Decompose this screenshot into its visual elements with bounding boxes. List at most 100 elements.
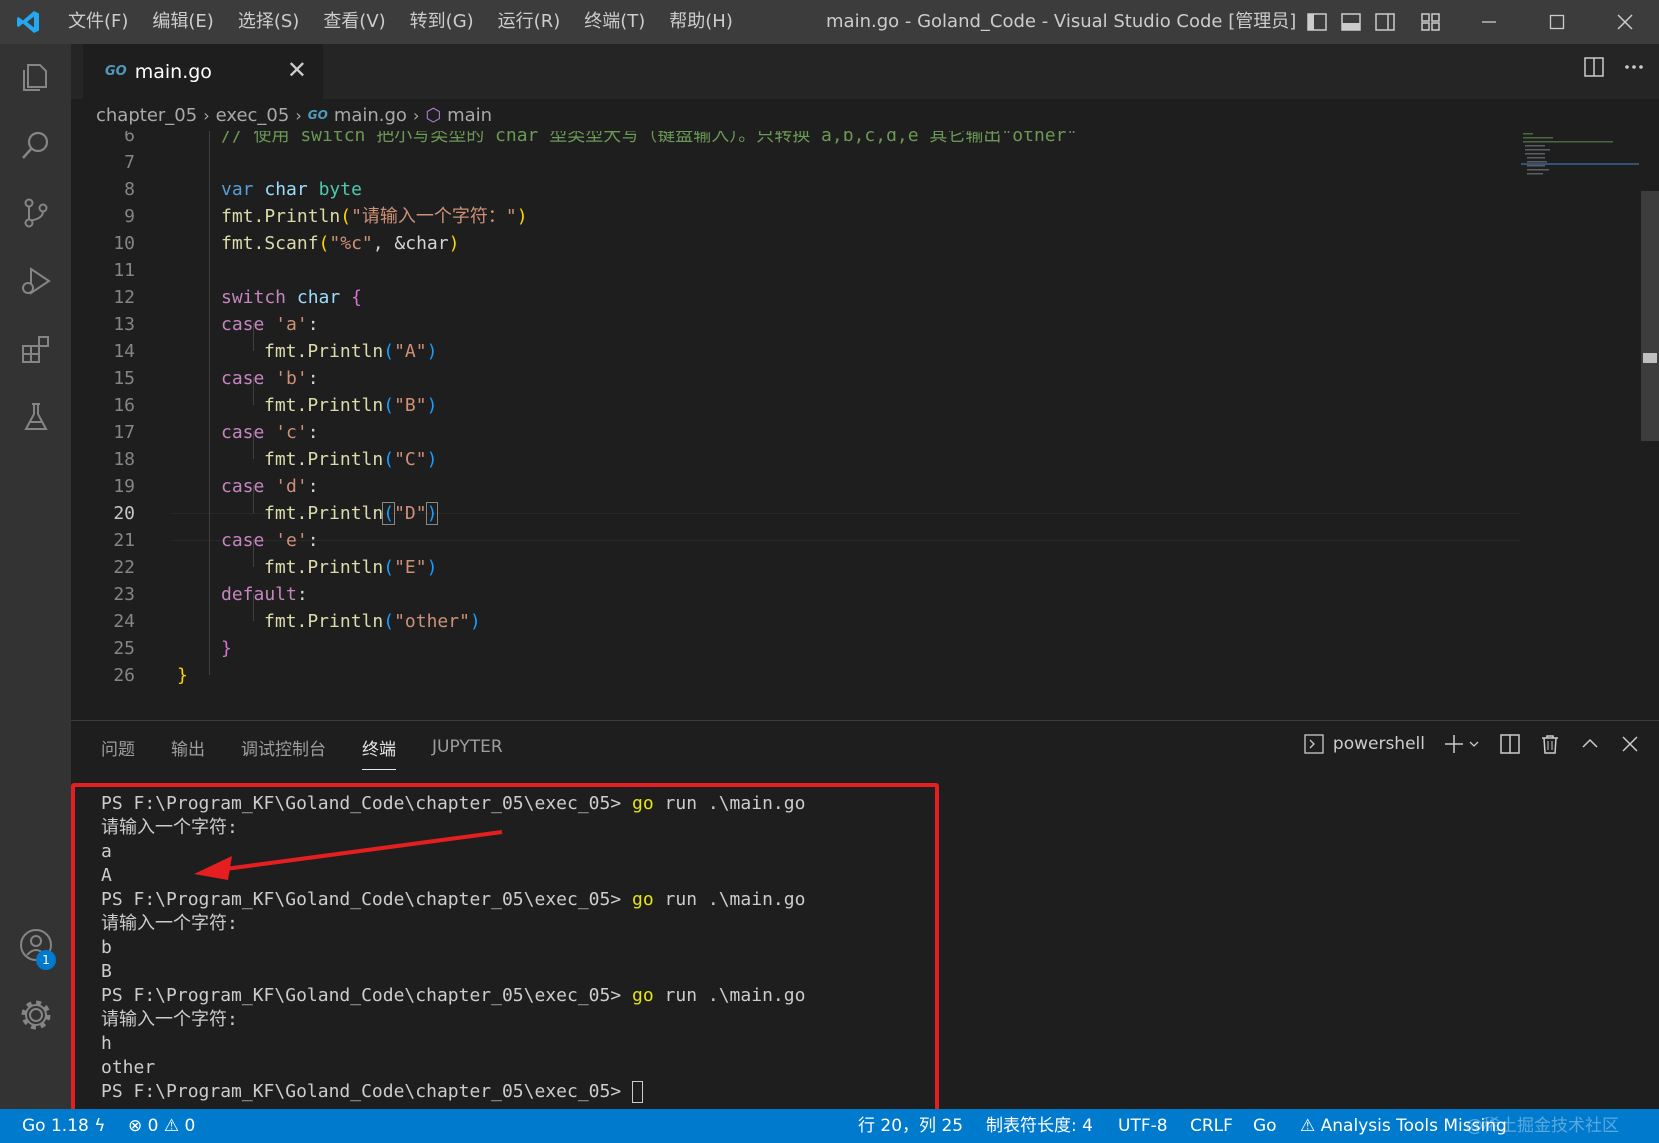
toggle-panel-icon[interactable] xyxy=(1340,11,1362,33)
code-line: 26} xyxy=(71,662,1521,690)
code-line: 19 case 'd': xyxy=(71,473,1521,501)
code-line: 10 fmt.Scanf("%c", &char) xyxy=(71,230,1521,258)
problems-status[interactable]: ⊗ 0 ⚠ 0 xyxy=(128,1109,195,1143)
breadcrumb-folder-exec[interactable]: exec_05 xyxy=(216,105,290,126)
code-line: 21 case 'e': xyxy=(71,527,1521,555)
line-number: 14 xyxy=(113,341,135,362)
status-bar: Go 1.18 ϟ ⊗ 0 ⚠ 0 行 20，列 25 制表符长度: 4 UTF… xyxy=(0,1109,1659,1143)
menu-run[interactable]: 运行(R) xyxy=(486,0,573,44)
language-mode-status[interactable]: Go xyxy=(1253,1109,1277,1143)
layout-controls xyxy=(1306,0,1442,44)
source-control-icon[interactable] xyxy=(0,180,71,246)
menu-edit[interactable]: 编辑(E) xyxy=(140,0,225,44)
code-identifier: char xyxy=(264,179,308,200)
code-line: 15 case 'b': xyxy=(71,365,1521,393)
tab-label: main.go xyxy=(134,60,212,83)
code-keyword: default xyxy=(221,584,297,605)
terminal-shell-selector[interactable]: powershell xyxy=(1303,733,1425,755)
breadcrumb: chapter_05 › exec_05 › GO main.go › ⬡ ma… xyxy=(71,99,1659,131)
chevron-right-icon: › xyxy=(412,105,420,125)
cursor-position-status[interactable]: 行 20，列 25 xyxy=(858,1109,963,1143)
breadcrumb-file[interactable]: main.go xyxy=(334,105,407,126)
manage-gear-icon[interactable] xyxy=(0,982,71,1048)
code-keyword: case xyxy=(221,422,265,443)
code-line: 11 xyxy=(71,257,1521,285)
menu-terminal[interactable]: 终端(T) xyxy=(572,0,657,44)
toggle-primary-sidebar-icon[interactable] xyxy=(1306,11,1328,33)
accounts-icon[interactable]: 1 xyxy=(0,912,71,978)
code-string: 'c' xyxy=(275,422,308,443)
run-debug-icon[interactable] xyxy=(0,248,71,314)
terminal-icon xyxy=(1304,734,1324,754)
line-number: 10 xyxy=(113,233,135,254)
tab-jupyter[interactable]: JUPYTER xyxy=(432,737,503,757)
customize-layout-icon[interactable] xyxy=(1420,11,1442,33)
maximize-panel-chevron-up-icon[interactable] xyxy=(1579,733,1601,755)
tab-debug-console[interactable]: 调试控制台 xyxy=(241,735,326,760)
tab-size-status[interactable]: 制表符长度: 4 xyxy=(986,1109,1093,1143)
code-keyword: switch xyxy=(221,287,287,308)
search-icon[interactable] xyxy=(0,112,71,178)
code-line: 23 default: xyxy=(71,581,1521,609)
testing-icon[interactable] xyxy=(0,384,71,450)
minimize-icon[interactable] xyxy=(1455,0,1523,44)
code-line: 18 fmt.Println("C") xyxy=(71,446,1521,474)
encoding-status[interactable]: UTF-8 xyxy=(1118,1109,1168,1143)
line-number: 15 xyxy=(113,368,135,389)
menu-help[interactable]: 帮助(H) xyxy=(657,0,745,44)
code-string: 'b' xyxy=(275,368,308,389)
code-string: "A" xyxy=(394,341,427,362)
tab-close-icon[interactable]: ✕ xyxy=(287,56,307,84)
watermark-text: @稀土掘金技术社区 xyxy=(1466,1116,1619,1136)
menu-bar: 文件(F) 编辑(E) 选择(S) 查看(V) 转到(G) 运行(R) 终端(T… xyxy=(56,0,745,44)
menu-selection[interactable]: 选择(S) xyxy=(226,0,311,44)
scrollbar-cursor-marker xyxy=(1643,353,1657,363)
code-function: fmt.Scanf xyxy=(221,233,319,254)
extensions-icon[interactable] xyxy=(0,316,71,382)
split-terminal-icon[interactable] xyxy=(1499,733,1521,755)
code-keyword: case xyxy=(221,314,265,335)
line-number-current: 20 xyxy=(113,503,135,524)
breadcrumb-folder-chapter[interactable]: chapter_05 xyxy=(96,105,197,126)
go-version-status[interactable]: Go 1.18 ϟ xyxy=(22,1109,105,1143)
toggle-secondary-sidebar-icon[interactable] xyxy=(1374,11,1396,33)
maximize-icon[interactable] xyxy=(1523,0,1591,44)
tab-main-go[interactable]: GO main.go ✕ xyxy=(83,44,323,99)
code-line: 17 case 'c': xyxy=(71,419,1521,447)
line-number: 18 xyxy=(113,449,135,470)
code-string: "请输入一个字符：" xyxy=(351,206,517,227)
code-line: 8 var char byte xyxy=(71,176,1521,204)
chevron-right-icon: › xyxy=(203,105,210,125)
code-string: "other" xyxy=(394,611,470,632)
split-editor-icon[interactable] xyxy=(1583,56,1605,78)
eol-status[interactable]: CRLF xyxy=(1190,1109,1233,1143)
kill-terminal-trash-icon[interactable] xyxy=(1539,733,1561,755)
code-string: "D" xyxy=(394,503,427,524)
line-number: 12 xyxy=(113,287,135,308)
window-controls xyxy=(1455,0,1659,44)
menu-go[interactable]: 转到(G) xyxy=(398,0,486,44)
line-number: 11 xyxy=(113,260,135,281)
close-panel-icon[interactable] xyxy=(1619,733,1641,755)
close-window-icon[interactable] xyxy=(1591,0,1659,44)
files-icon[interactable] xyxy=(0,44,71,110)
menu-view[interactable]: 查看(V) xyxy=(311,0,397,44)
line-number: 9 xyxy=(124,206,135,227)
tab-terminal[interactable]: 终端 xyxy=(362,735,396,770)
code-function: fmt.Println xyxy=(264,341,384,362)
line-number: 13 xyxy=(113,314,135,335)
code-editor[interactable]: 6 // 使用 switch 把小写类型的 char 型类型大写（键盘输入）。只转… xyxy=(71,131,1659,720)
line-number: 16 xyxy=(113,395,135,416)
code-line: 6 // 使用 switch 把小写类型的 char 型类型大写（键盘输入）。只转… xyxy=(71,131,1521,150)
new-terminal-icon[interactable] xyxy=(1443,733,1481,755)
annotation-highlight-box xyxy=(71,783,939,1119)
editor-scrollbar[interactable] xyxy=(1641,191,1659,441)
breadcrumb-symbol[interactable]: main xyxy=(447,105,492,126)
tab-output[interactable]: 输出 xyxy=(171,735,205,760)
code-string: "%c" xyxy=(329,233,373,254)
minimap[interactable] xyxy=(1521,131,1641,181)
go-version-label: Go 1.18 xyxy=(22,1116,89,1136)
tab-problems[interactable]: 问题 xyxy=(101,735,135,760)
menu-file[interactable]: 文件(F) xyxy=(56,0,140,44)
more-actions-icon[interactable] xyxy=(1623,56,1645,78)
